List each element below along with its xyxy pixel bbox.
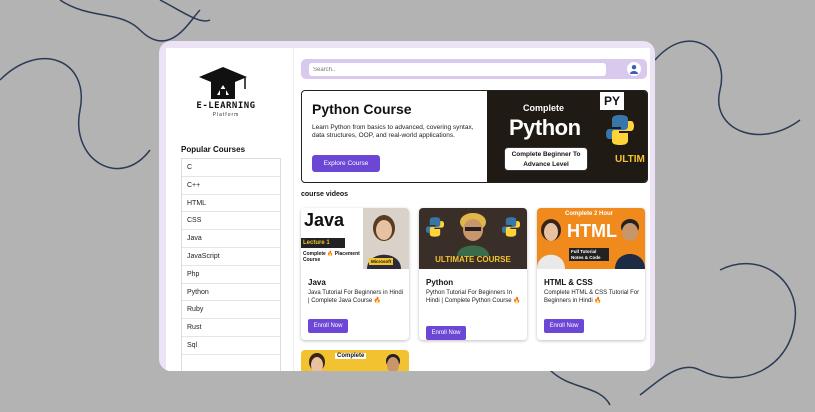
- hero-thumb-badge: PY: [600, 92, 624, 110]
- sidebar-item-cpp[interactable]: C++: [182, 177, 280, 195]
- html-thumb-title: HTML: [567, 221, 617, 241]
- card-title: Python: [426, 278, 454, 287]
- sidebar-item-python[interactable]: Python: [182, 284, 280, 302]
- explore-course-button[interactable]: Explore Course: [312, 155, 380, 172]
- list-filler: [181, 353, 281, 371]
- enroll-now-button[interactable]: Enroll Now: [426, 326, 466, 340]
- sidebar-item-html[interactable]: HTML: [182, 195, 280, 213]
- course-card-partial[interactable]: Complete: [301, 350, 409, 371]
- partial-thumb-top: Complete: [335, 353, 367, 359]
- popular-courses-list: C C++ HTML CSS Java JavaScript Php Pytho…: [181, 158, 281, 355]
- course-card-java: Java Lecture 1 Complete 🔥 Placement Cour…: [301, 208, 409, 340]
- sidebar: E-LEARNING Platform Popular Courses C C+…: [166, 48, 294, 371]
- card-title: Java: [308, 278, 326, 287]
- course-card-html-css: Complete 2 Hour HTML Full Tutorial Notes…: [537, 208, 645, 340]
- python-thumbnail[interactable]: ULTIMATE COURSE: [419, 208, 527, 269]
- popular-courses-heading: Popular Courses: [181, 145, 246, 154]
- python-logo-icon: [425, 217, 445, 237]
- python-instructor-photo: [457, 213, 489, 256]
- logo-title: E-LEARNING: [196, 101, 256, 111]
- featured-course-banner: Python Course Learn Python from basics t…: [301, 90, 648, 183]
- java-thumb-caption: Complete 🔥 Placement Course: [303, 251, 360, 263]
- hero-thumb-side-text: ULTIM: [615, 154, 645, 165]
- browser-frame: E-LEARNING Platform Popular Courses C C+…: [159, 41, 655, 371]
- hero-thumbnail[interactable]: Complete Python Complete Beginner To Adv…: [487, 91, 647, 182]
- java-thumb-badge: Microsoft: [369, 258, 394, 265]
- hero-thumb-box-text: Complete Beginner To Advance Level: [504, 147, 588, 171]
- sidebar-item-ruby[interactable]: Ruby: [182, 301, 280, 320]
- enroll-now-button[interactable]: Enroll Now: [544, 319, 584, 333]
- card-description: Python Tutorial For Beginners In Hindi |…: [426, 290, 521, 304]
- hero-thumb-top-text: Complete: [523, 103, 565, 113]
- app-screen: E-LEARNING Platform Popular Courses C C+…: [166, 48, 650, 371]
- sidebar-item-javascript[interactable]: JavaScript: [182, 248, 280, 266]
- course-card-python: ULTIMATE COURSE Python Python Tutorial F…: [419, 208, 527, 340]
- sidebar-item-rust[interactable]: Rust: [182, 319, 280, 337]
- html-instructor-photo-left: [537, 219, 565, 269]
- card-description: Java Tutorial For Beginners in Hindi | C…: [308, 290, 404, 304]
- java-thumbnail[interactable]: Java Lecture 1 Complete 🔥 Placement Cour…: [301, 208, 409, 269]
- hero-thumb-main-text: Python: [509, 115, 581, 140]
- html-thumb-top: Complete 2 Hour: [565, 211, 614, 217]
- main-content: Python Course Learn Python from basics t…: [294, 48, 650, 371]
- python-thumb-title: ULTIMATE COURSE: [435, 255, 511, 264]
- python-logo-icon: [606, 115, 634, 145]
- java-thumb-lecture: Lecture 1: [301, 238, 345, 248]
- search-input[interactable]: [309, 63, 606, 76]
- card-description: Complete HTML & CSS Tutorial For Beginne…: [544, 290, 640, 304]
- course-videos-heading: course videos: [301, 191, 349, 198]
- graduation-cap-logo-icon: [199, 67, 247, 99]
- hero-title: Python Course: [312, 101, 412, 117]
- html-instructor-photo-right: [615, 219, 645, 269]
- card-title: HTML & CSS: [544, 278, 593, 287]
- sidebar-item-php[interactable]: Php: [182, 266, 280, 284]
- sidebar-item-java[interactable]: Java: [182, 230, 280, 248]
- logo-subtitle: Platform: [212, 112, 240, 118]
- partial-instructor-photo: [309, 353, 325, 371]
- hero-description: Learn Python from basics to advanced, co…: [312, 124, 474, 139]
- partial-instructor-photo-right: [386, 354, 400, 371]
- search-bar: [301, 59, 647, 79]
- user-icon: [630, 65, 638, 74]
- html-thumb-caption: Full Tutorial Notes & Code: [569, 248, 609, 261]
- enroll-now-button[interactable]: Enroll Now: [308, 319, 348, 333]
- user-avatar[interactable]: [627, 62, 641, 76]
- python-logo-icon: [501, 217, 521, 237]
- html-css-thumbnail[interactable]: Complete 2 Hour HTML Full Tutorial Notes…: [537, 208, 645, 269]
- sidebar-item-c[interactable]: C: [182, 159, 280, 177]
- java-thumb-title: Java: [304, 210, 345, 230]
- sidebar-item-css[interactable]: CSS: [182, 212, 280, 231]
